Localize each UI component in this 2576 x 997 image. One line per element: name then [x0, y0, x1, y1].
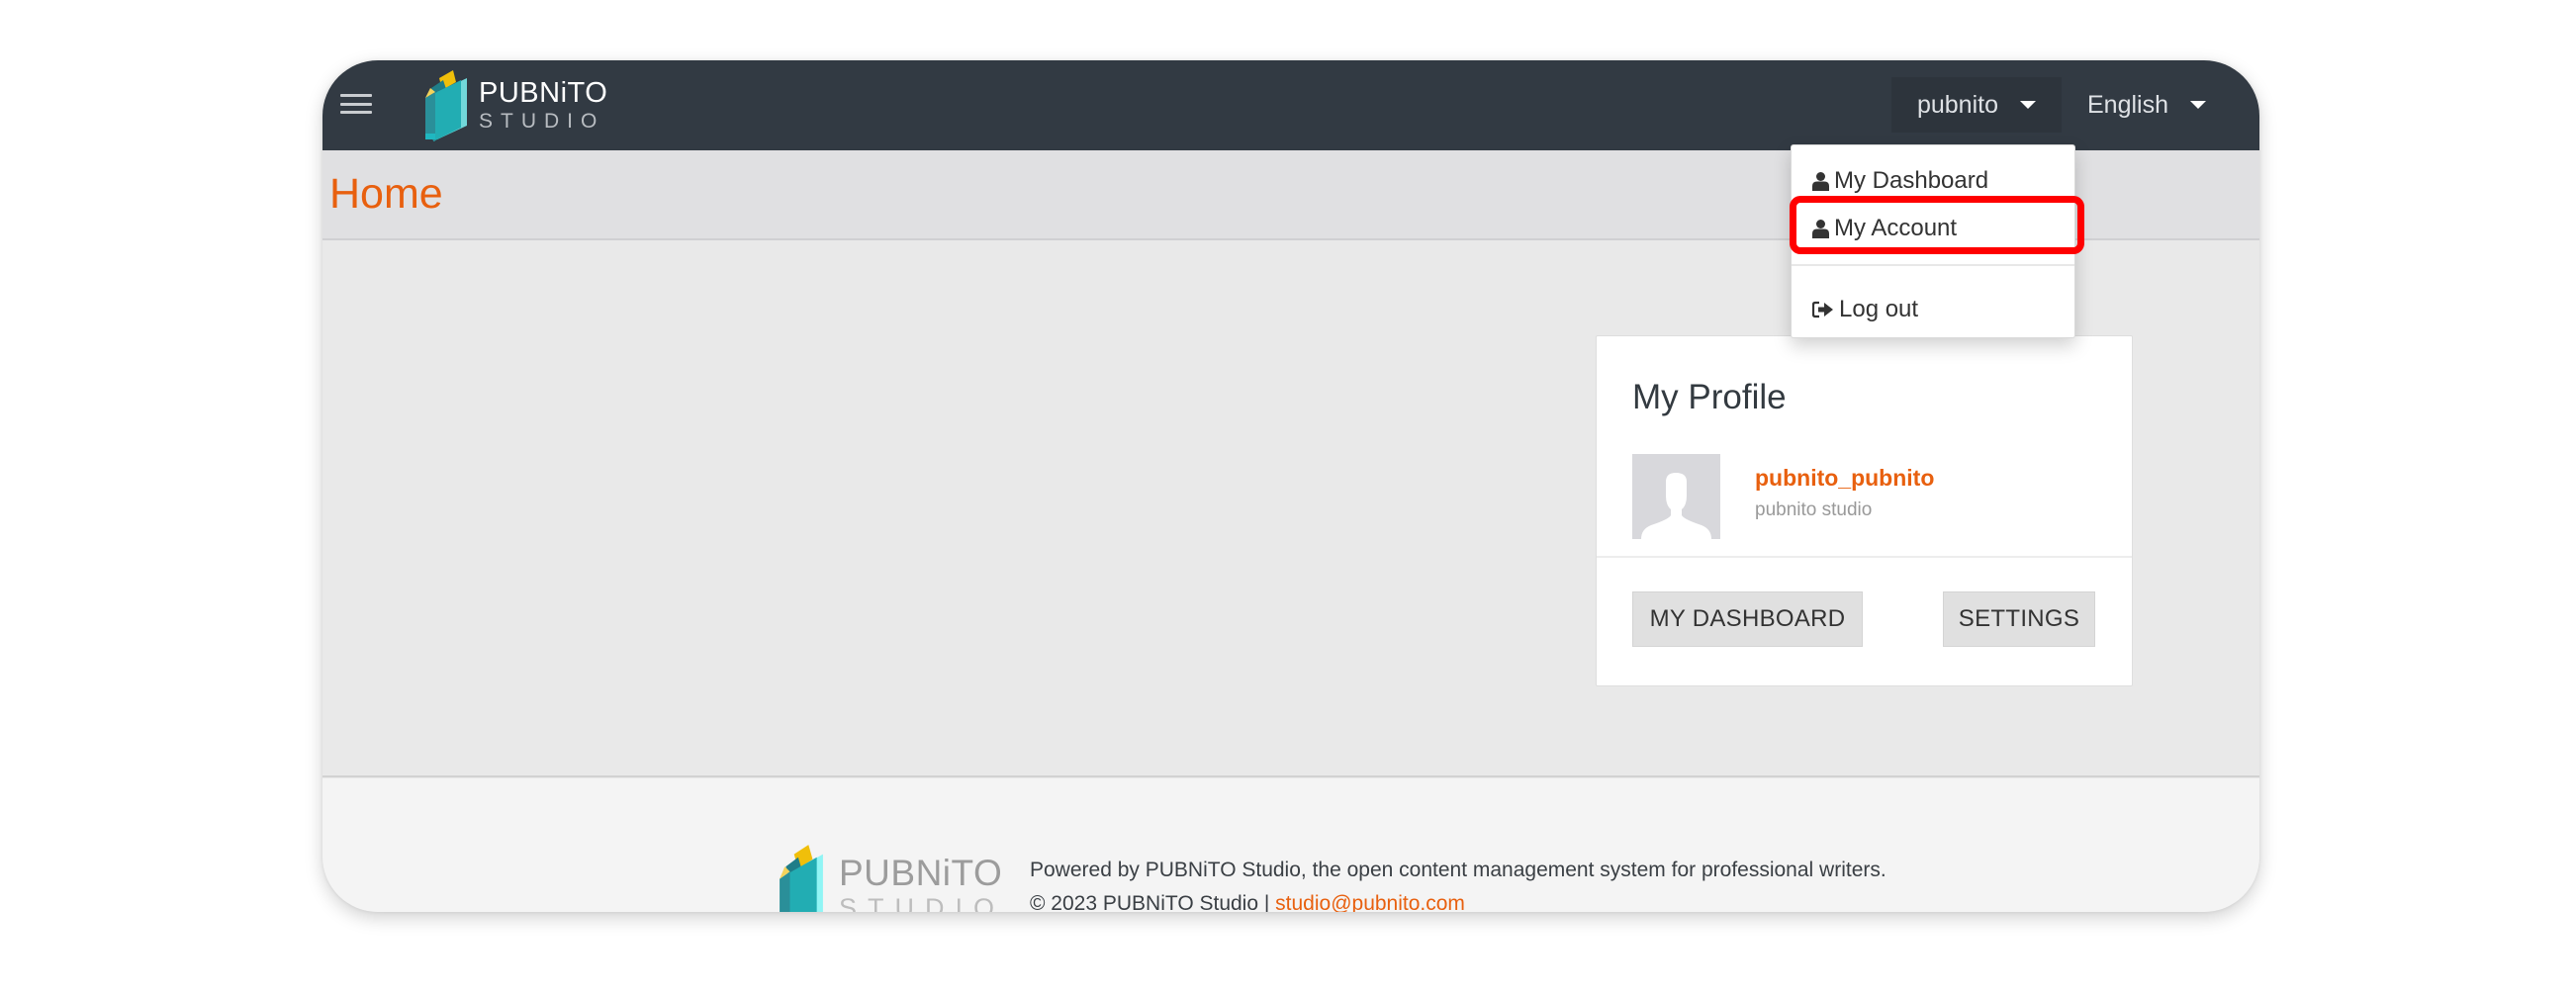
settings-button[interactable]: SETTINGS	[1943, 591, 2095, 647]
user-dropdown-menu: My Dashboard My Account Log out	[1791, 144, 2075, 338]
footer-brand-subtitle: STUDIO	[839, 893, 1006, 913]
footer: PUBNiTO STUDIO Powered by PUBNiTO Studio…	[322, 778, 2259, 912]
footer-text: Powered by PUBNiTO Studio, the open cont…	[1030, 854, 1886, 912]
user-menu-dropdown[interactable]: pubnito	[1890, 77, 2062, 133]
menu-item-label: My Account	[1834, 215, 1958, 241]
profile-card: My Profile pubnito_pubnito pubnito studi…	[1596, 335, 2133, 686]
hamburger-menu-icon[interactable]	[340, 90, 372, 118]
menu-item-my-account[interactable]: My Account	[1792, 207, 2074, 250]
menu-item-label: My Dashboard	[1834, 167, 1989, 194]
footer-copyright-line: © 2023 PUBNiTO Studio | studio@pubnito.c…	[1030, 887, 1886, 912]
footer-brand-name: PUBNiTO	[839, 853, 1003, 893]
user-icon	[1812, 219, 1829, 238]
sign-out-icon	[1812, 301, 1834, 318]
profile-organization: pubnito studio	[1755, 499, 1873, 520]
user-icon	[1812, 171, 1829, 191]
menu-item-log-out[interactable]: Log out	[1792, 288, 2074, 331]
language-dropdown[interactable]: English	[2062, 77, 2232, 133]
book-pencil-logo-icon	[780, 845, 823, 912]
footer-powered-by: Powered by PUBNiTO Studio, the open cont…	[1030, 859, 1886, 881]
menu-item-my-dashboard[interactable]: My Dashboard	[1792, 159, 2074, 203]
user-menu-label: pubnito	[1916, 90, 1998, 119]
footer-logo: PUBNiTO STUDIO	[778, 842, 1005, 912]
brand-name: PUBNiTO	[479, 76, 608, 109]
my-dashboard-button[interactable]: MY DASHBOARD	[1632, 591, 1863, 647]
app-window: PUBNiTO STUDIO pubnito English Home My P…	[322, 60, 2259, 912]
default-avatar-icon	[1632, 454, 1720, 539]
caret-down-icon	[2190, 101, 2206, 109]
book-pencil-logo-icon	[425, 70, 467, 141]
page-title: Home	[329, 170, 443, 218]
footer-copyright: © 2023 PUBNiTO Studio |	[1030, 892, 1276, 912]
card-divider	[1597, 556, 2132, 558]
profile-card-title: My Profile	[1632, 378, 1787, 416]
top-navbar: PUBNiTO STUDIO pubnito English	[322, 60, 2259, 150]
brand-subtitle: STUDIO	[479, 109, 605, 133]
brand-logo[interactable]: PUBNiTO STUDIO	[423, 65, 607, 144]
avatar	[1632, 454, 1720, 539]
profile-username-link[interactable]: pubnito_pubnito	[1755, 465, 1934, 492]
footer-email-link[interactable]: studio@pubnito.com	[1275, 892, 1465, 912]
menu-divider	[1792, 264, 2074, 266]
caret-down-icon	[2020, 101, 2036, 109]
menu-item-label: Log out	[1839, 296, 1919, 322]
language-label: English	[2087, 90, 2168, 119]
